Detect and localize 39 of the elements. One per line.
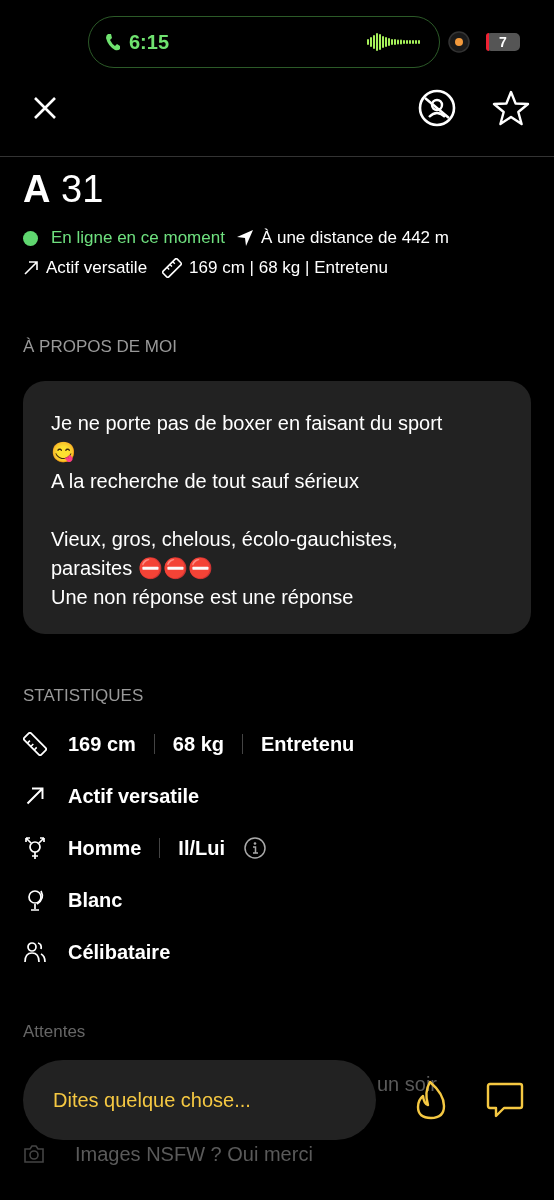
about-text: Vieux, gros, chelous, écolo-gauchistes, parasites ⛔⛔⛔ bbox=[51, 527, 399, 581]
stat-value: Homme bbox=[68, 836, 142, 860]
recording-dot-icon bbox=[448, 31, 470, 53]
hide-profile-icon[interactable] bbox=[418, 89, 456, 127]
location-arrow-icon bbox=[235, 229, 254, 247]
expectation-text: Images NSFW ? Oui merci bbox=[75, 1142, 313, 1166]
battery-icon: 7 bbox=[486, 33, 520, 51]
ruler-icon bbox=[23, 732, 47, 756]
about-text: A la recherche de tout sauf sérieux bbox=[51, 469, 360, 494]
chat-icon[interactable] bbox=[486, 1082, 524, 1118]
stat-value: Blanc bbox=[68, 888, 123, 912]
stat-value: Entretenu bbox=[261, 732, 355, 756]
call-time: 6:15 bbox=[129, 30, 170, 54]
people-icon bbox=[23, 940, 47, 964]
stat-value: 68 kg bbox=[172, 732, 224, 756]
info-icon[interactable] bbox=[243, 836, 268, 860]
stat-value: Célibataire bbox=[68, 940, 171, 964]
ruler-icon bbox=[162, 258, 183, 278]
phone-icon bbox=[105, 33, 121, 51]
position: Actif versatile bbox=[46, 258, 148, 278]
stat-value: Il/Lui bbox=[178, 836, 226, 860]
section-heading: Attentes bbox=[23, 1022, 87, 1042]
close-icon[interactable] bbox=[33, 96, 57, 120]
message-field[interactable]: Dites quelque chose... bbox=[23, 1060, 376, 1140]
waveform-drawing bbox=[367, 32, 423, 52]
stat-value: Actif versatile bbox=[68, 784, 200, 808]
section-heading: À PROPOS DE MOI bbox=[23, 337, 178, 357]
online-status: En ligne en ce moment bbox=[51, 228, 225, 248]
about-text: Une non réponse est une réponse bbox=[51, 585, 355, 610]
gender-symbol-icon bbox=[23, 836, 47, 860]
about-text: Je ne porte pas de boxer en faisant du sport 😋 bbox=[51, 411, 444, 465]
arrow-icon bbox=[23, 260, 39, 276]
distance: À une distance de 442 m bbox=[260, 228, 449, 248]
stat-value: 169 cm bbox=[68, 732, 136, 756]
camera-icon bbox=[23, 1144, 45, 1164]
profile-name: A 31 bbox=[23, 167, 105, 211]
body-stats: 169 cm | 68 kg | Entretenu bbox=[189, 258, 388, 278]
star-icon[interactable] bbox=[492, 90, 530, 126]
section-heading: STATISTIQUES bbox=[23, 686, 145, 706]
